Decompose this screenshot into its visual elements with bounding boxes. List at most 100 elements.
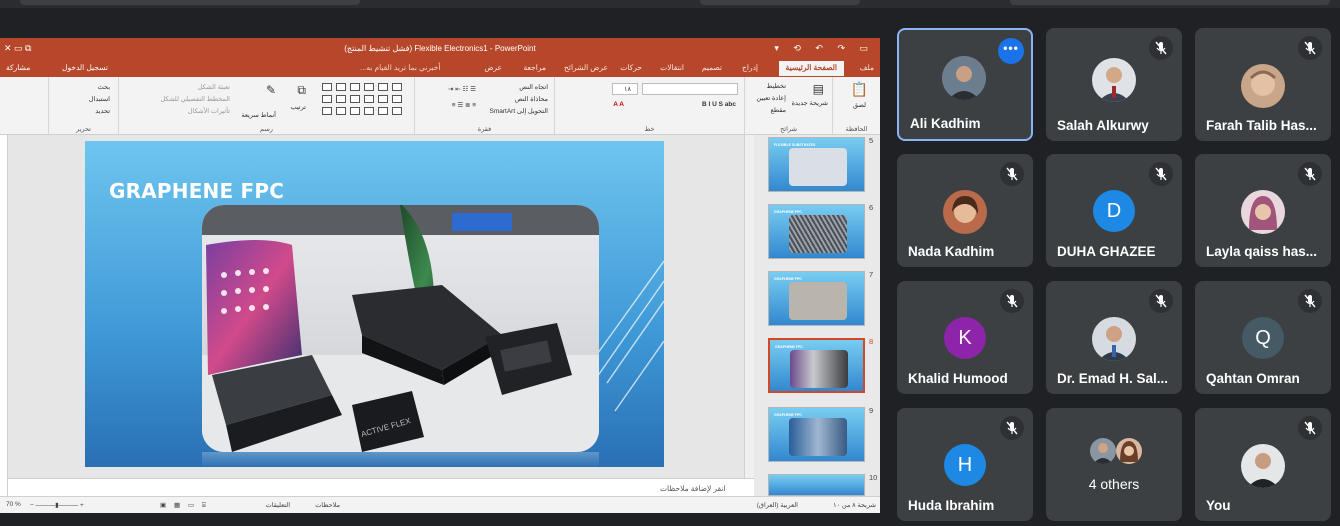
comments-toggle[interactable]: التعليقات [266,501,290,509]
shape-outline-button[interactable]: المخطط التفصيلي للشكل [160,95,230,103]
arrange-icon: ⧉ [297,83,306,97]
participant-avatar [1092,317,1136,361]
share-button[interactable]: مشاركة [6,63,30,72]
group-clipboard: 📋 لصق الحافظة [832,77,880,135]
new-slide-button[interactable]: شريحة جديدة [792,99,828,107]
thumbnail-title: FLEXIBLE SUBSTRATES [774,143,816,147]
thumbnail-image [789,418,847,456]
smartart-button[interactable]: التحويل إلى SmartArt [489,107,548,115]
tab-transitions[interactable]: انتقالات [660,63,684,72]
thumbnail-slide-7[interactable]: GRAPHENE FPC [768,271,865,326]
participant-tile[interactable]: K Khalid Humood [897,281,1033,394]
participant-name: Qahtan Omran [1206,371,1300,386]
notes-placeholder: انقر لإضافة ملاحظات [660,484,726,493]
section-button[interactable]: مقطع [770,106,786,114]
muted-mic-icon [1149,162,1173,186]
participant-name: You [1206,498,1231,513]
participant-avatar [943,190,987,234]
thumbnail-image [789,148,847,186]
participant-tile[interactable]: Salah Alkurwy [1046,28,1182,141]
thumbnail-title: GRAPHENE FPC [774,277,802,281]
font-format-buttons[interactable]: B I U S abc [702,101,736,108]
participant-avatar [1092,58,1136,102]
muted-mic-icon [1149,289,1173,313]
group-label-paragraph: فقرة [477,126,492,133]
new-slide-icon[interactable]: ▤ [813,82,824,96]
participant-tile-self[interactable]: You [1195,408,1331,521]
quick-access-toolbar[interactable]: ▾ ⟲ ↶ ↷ ▭ [774,43,874,54]
window-controls-left[interactable]: ✕ ▭ ⧉ [4,43,31,54]
participant-initial-avatar: K [944,317,986,359]
thumbnail-image [790,350,848,388]
participant-tile[interactable]: Layla qaiss has... [1195,154,1331,267]
tab-review[interactable]: مراجعة [523,63,546,72]
text-direction-button[interactable]: اتجاه النص [519,83,548,91]
quick-styles-button[interactable]: أنماط سريعة [241,111,276,119]
participant-name: Salah Alkurwy [1057,118,1149,133]
thumbnail-title: GRAPHENE FPC [774,413,802,417]
notes-toggle[interactable]: ملاحظات [315,501,340,509]
slide-vertical-scrollbar[interactable] [744,135,754,478]
align-buttons[interactable]: ≡ ≣ ☰ ≡ [452,101,476,109]
group-editing: بحث استبدال تحديد تحرير [48,77,118,135]
shared-screen-powerpoint: ✕ ▭ ⧉ Flexible Electronics1 - PowerPoint… [0,38,880,513]
participant-tile[interactable]: Nada Kadhim [897,154,1033,267]
font-name-box[interactable] [642,83,738,95]
find-button[interactable]: بحث [98,83,110,91]
group-paragraph: اتجاه النص محاذاة النص التحويل إلى Smart… [414,77,554,135]
participant-tile[interactable]: Dr. Emad H. Sal... [1046,281,1182,394]
photo-reflection [202,452,599,467]
shape-fill-button[interactable]: تعبئة الشكل [198,83,230,91]
thumbnail-number: 6 [869,203,874,212]
current-slide[interactable]: GRAPHENE FPC ACTIVE FLEX [85,141,664,467]
tab-insert[interactable]: إدراج [742,63,758,72]
tab-design[interactable]: تصميم [702,63,722,72]
paste-icon[interactable]: 📋 [851,81,868,98]
thumbnail-slide-5[interactable]: FLEXIBLE SUBSTRATES [768,137,865,192]
ppt-window-title: Flexible Electronics1 - PowerPoint (فشل … [344,44,536,53]
view-buttons[interactable]: ▣ ▦ ▭ ⌸ [160,501,209,510]
shape-effects-button[interactable]: تأثيرات الأشكال [188,107,230,115]
participant-tile[interactable]: D DUHA GHAZEE [1046,154,1182,267]
font-color-button[interactable]: A A [613,101,624,108]
participant-tile[interactable]: Q Qahtan Omran [1195,281,1331,394]
layout-button[interactable]: تخطيط [767,82,786,90]
align-text-button[interactable]: محاذاة النص [515,95,548,103]
group-slides: ▤ شريحة جديدة تخطيط إعادة تعيين مقطع شرا… [744,77,832,135]
tell-me-search[interactable]: أخبرني بما تريد القيام به... [360,63,440,72]
zoom-level[interactable]: 70 % [6,501,21,508]
ppt-statusbar: شريحة ٨ من ١٠ العربية (العراق) ملاحظات ا… [0,496,880,513]
font-size-box[interactable]: ١٨ [612,83,638,95]
tab-slideshow[interactable]: عرض الشرائح [564,63,608,72]
thumbnail-number: 10 [869,473,878,482]
left-scrollbar[interactable] [0,135,8,505]
thumbnail-slide-9[interactable]: GRAPHENE FPC [768,407,865,462]
tab-home[interactable]: الصفحة الرئيسية [778,61,844,76]
sign-in-link[interactable]: تسجيل الدخول [62,63,108,72]
more-options-button[interactable]: ••• [998,38,1024,64]
others-tile[interactable]: 4 others [1046,408,1182,521]
thumbnail-slide-6[interactable]: GRAPHENE FPC [768,204,865,259]
replace-button[interactable]: استبدال [89,95,110,103]
muted-mic-icon [1000,416,1024,440]
participant-tile[interactable]: H Huda Ibrahim [897,408,1033,521]
arrange-button[interactable]: ترتيب [290,103,306,111]
thumbnail-slide-10[interactable] [768,474,865,496]
reset-button[interactable]: إعادة تعيين [756,94,786,102]
participant-tile[interactable]: ••• Ali Kadhim [897,28,1033,141]
zoom-slider[interactable]: − ———▮——— + [30,501,84,509]
participant-initial-avatar: D [1093,190,1135,232]
tab-animations[interactable]: حركات [620,63,642,72]
participant-tile[interactable]: Farah Talib Has... [1195,28,1331,141]
paste-button[interactable]: لصق [853,101,866,109]
meet-window: ✕ ▭ ⧉ Flexible Electronics1 - PowerPoint… [0,0,1340,526]
language-indicator[interactable]: العربية (العراق) [757,501,798,509]
bullet-buttons[interactable]: ☰ ☷ ⇤ ⇥ [448,85,476,93]
tab-file[interactable]: ملف [860,63,874,72]
font-size-value: ١٨ [624,86,631,93]
tab-view[interactable]: عرض [484,63,502,72]
notes-pane[interactable]: انقر لإضافة ملاحظات [8,478,754,496]
thumbnail-slide-8-selected[interactable]: GRAPHENE FPC [768,338,865,393]
select-button[interactable]: تحديد [95,107,110,115]
muted-mic-icon [1298,289,1322,313]
